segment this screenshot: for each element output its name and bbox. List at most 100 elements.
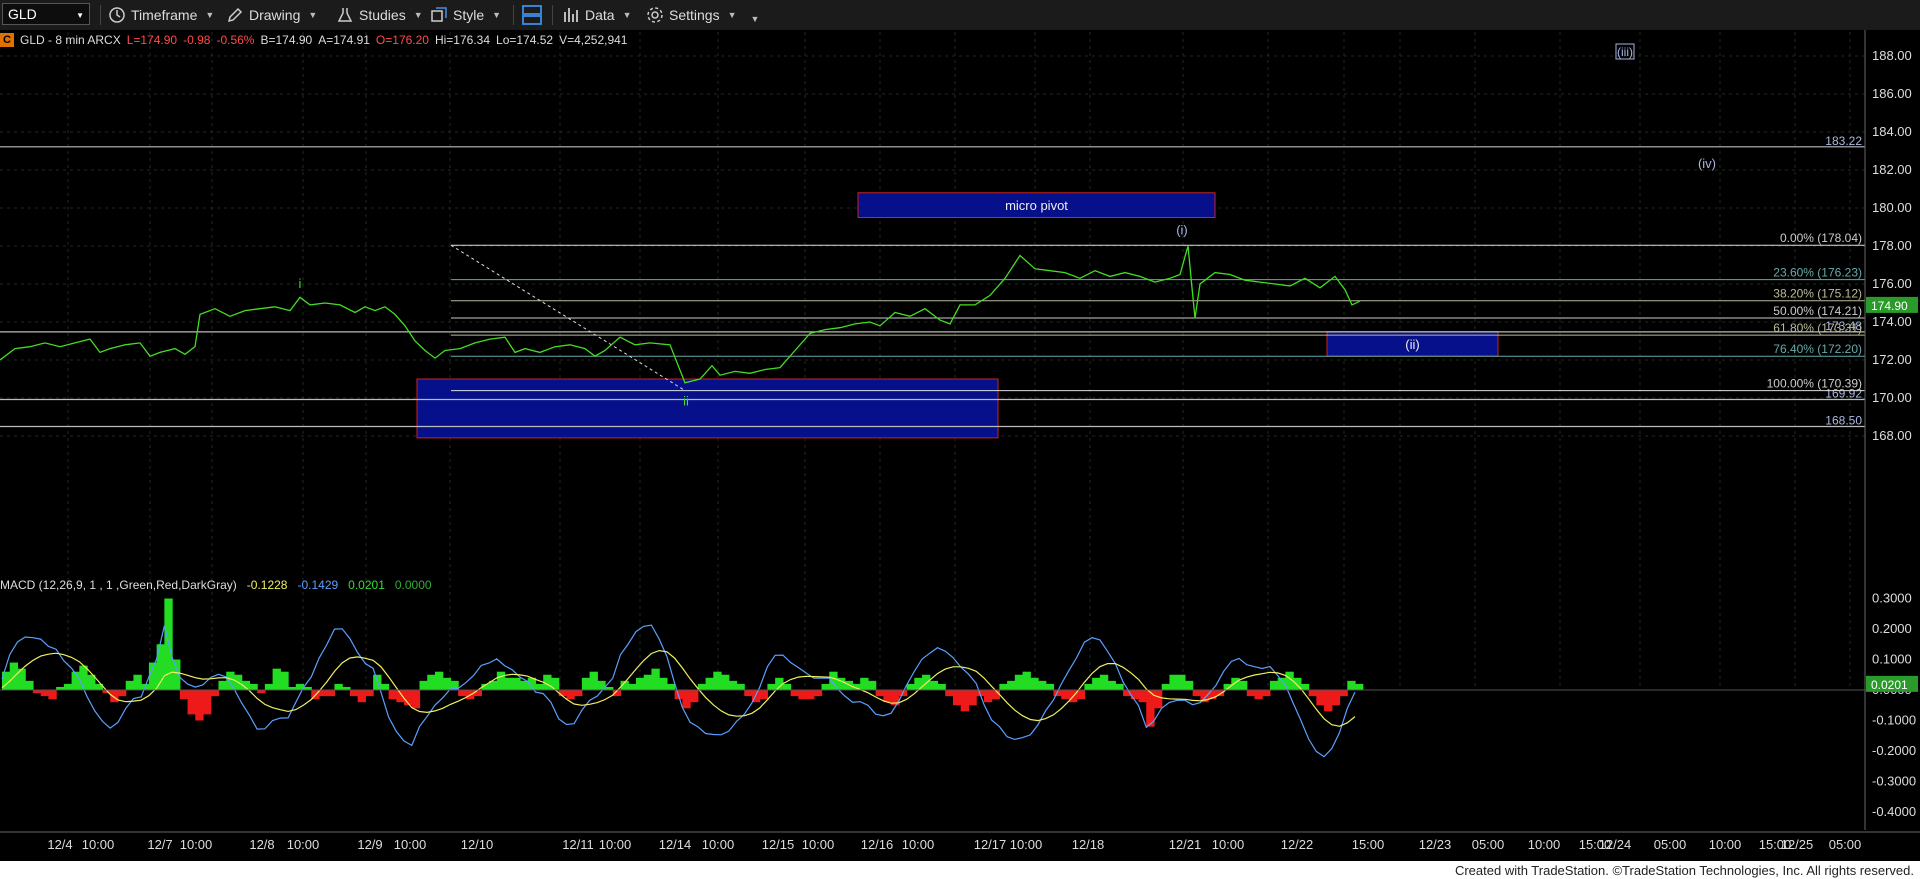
macd-histogram-bar <box>1324 690 1333 712</box>
low-price: Lo=174.52 <box>496 33 554 47</box>
macd-histogram-bar <box>759 690 769 700</box>
macd-histogram-bar <box>280 671 289 690</box>
zone-box[interactable] <box>416 378 999 439</box>
time-tick-label: 15:00 <box>1352 837 1385 852</box>
macd-histogram-bar <box>790 690 799 697</box>
price-tick-label: 184.00 <box>1872 124 1912 139</box>
macd-histogram-bar <box>249 683 258 690</box>
macd-histogram-bar <box>1014 674 1024 690</box>
time-tick-label: 12/9 <box>357 837 382 852</box>
macd-histogram-bar <box>334 683 343 690</box>
macd-histogram-bar <box>1177 674 1186 690</box>
macd-histogram-bar <box>63 683 73 690</box>
macd-histogram-bar <box>999 683 1008 690</box>
macd-histogram-bar <box>40 690 49 697</box>
macd-histogram-bar <box>1339 690 1348 697</box>
price-tick-label: 170.00 <box>1872 390 1912 405</box>
zone-label: micro pivot <box>1005 198 1068 213</box>
macd-histogram-bar <box>458 690 467 697</box>
time-axis[interactable]: 12/4 10:00 12/7 10:00 12/8 10:00 12/9 10:00 12/1… <box>0 830 1920 860</box>
macd-tick-label: -0.2000 <box>1872 743 1916 758</box>
macd-histogram-bar <box>806 690 815 700</box>
macd-histogram-bar <box>365 690 374 697</box>
time-tick-label: 12/17 <box>974 837 1007 852</box>
pct-change: -0.56% <box>216 33 255 47</box>
macd-histogram-bar <box>867 680 877 690</box>
macd-histogram-bar <box>272 668 281 690</box>
macd-histogram-bar <box>914 677 923 690</box>
macd-histogram-bar <box>1355 683 1364 690</box>
macd-histogram-bar <box>218 680 227 690</box>
wave-label: ii <box>683 394 689 409</box>
macd-histogram-bar <box>922 674 931 690</box>
price-tick-label: 178.00 <box>1872 238 1912 253</box>
macd-histogram-bar <box>195 690 204 721</box>
macd-histogram-bar <box>1007 680 1016 690</box>
fib-level-label: 76.40% (172.20) <box>1773 342 1862 356</box>
time-tick-label: 12/16 <box>861 837 894 852</box>
macd-histogram-bar <box>550 677 560 690</box>
time-tick-label: 10:00 <box>394 837 427 852</box>
price-tick-label: 168.00 <box>1872 428 1912 443</box>
time-tick-label: 12/23 <box>1419 837 1452 852</box>
macd-histogram-bar <box>690 690 699 703</box>
macd-histogram-bar <box>960 690 970 712</box>
macd-histogram-bar <box>1022 671 1031 690</box>
macd-histogram-bar <box>473 690 482 697</box>
macd-histogram-bar <box>581 677 591 690</box>
macd-signal-value: -0.1429 <box>297 578 339 592</box>
macd-histogram-bar <box>744 690 753 697</box>
macd-histogram-bar <box>906 683 915 690</box>
macd-histogram-bar <box>1030 677 1039 690</box>
time-tick-label: 12/8 <box>249 837 274 852</box>
price-chart[interactable]: micro pivot(ii) 183.22173.48169.92168.50… <box>0 0 1920 879</box>
time-tick-label: 10:00 <box>802 837 835 852</box>
macd-histogram-bar <box>442 677 452 690</box>
macd-tick-label: -0.3000 <box>1872 774 1916 789</box>
macd-histogram-bar <box>968 690 977 706</box>
macd-tick-label: 0.1000 <box>1872 652 1912 667</box>
macd-histogram-bar <box>1254 690 1263 700</box>
last-price: L=174.90 <box>126 33 178 47</box>
macd-histogram-bar <box>875 690 884 697</box>
macd-histogram-bar <box>883 690 892 703</box>
macd-histogram-bar <box>110 690 119 703</box>
macd-label: MACD (12,26,9, 1 , 1 ,Green,Red,DarkGray… <box>0 578 237 592</box>
macd-histogram-bar <box>705 677 714 690</box>
bid-price: B=174.90 <box>260 33 313 47</box>
macd-histogram-bar <box>357 690 366 703</box>
macd-histogram-bar <box>659 677 668 690</box>
price-tick-label: 180.00 <box>1872 200 1912 215</box>
macd-histogram-bar <box>1192 690 1201 697</box>
macd-histogram-bar <box>504 677 513 690</box>
macd-histogram-bar <box>945 690 954 697</box>
macd-tick-label: -0.4000 <box>1872 804 1916 819</box>
time-tick-label: 05:00 <box>1654 837 1687 852</box>
macd-histogram-bar <box>1138 690 1147 703</box>
zone-label: (ii) <box>1405 337 1419 352</box>
macd-histogram-bar <box>643 674 653 690</box>
time-tick-label: 12/21 <box>1169 837 1202 852</box>
macd-histogram-bar <box>566 690 575 700</box>
macd-histogram-bar <box>1300 683 1310 690</box>
macd-histogram-bar <box>434 671 444 690</box>
chart-background <box>0 30 1920 879</box>
macd-histogram-bar <box>1269 680 1279 690</box>
macd-histogram-bar <box>1308 690 1317 697</box>
macd-histogram-bar <box>79 665 88 690</box>
macd-histogram-bar <box>1107 680 1116 690</box>
fib-level-label: 61.80% (173.31) <box>1773 321 1862 335</box>
macd-histogram-bar <box>388 690 397 700</box>
macd-histogram-bar <box>117 690 127 697</box>
time-tick-label: 12/25 <box>1781 837 1814 852</box>
time-tick-label: 10:00 <box>287 837 320 852</box>
macd-histogram-bar <box>1239 680 1248 690</box>
time-tick-label: 10:00 <box>1528 837 1561 852</box>
macd-histogram-bar <box>203 690 212 715</box>
time-tick-label: 05:00 <box>1829 837 1862 852</box>
macd-histogram-bar <box>1262 690 1271 697</box>
macd-histogram-bar <box>380 683 390 690</box>
macd-histogram-bar <box>326 690 336 697</box>
macd-histogram-bar <box>187 690 196 715</box>
time-tick-label: 10:00 <box>1010 837 1043 852</box>
